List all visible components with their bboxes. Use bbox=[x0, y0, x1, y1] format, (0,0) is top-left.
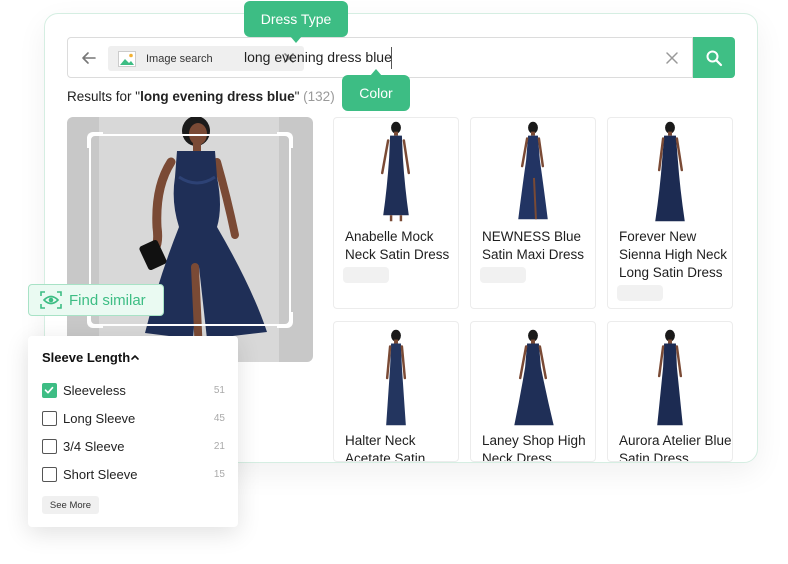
image-search-chip-label: Image search bbox=[146, 52, 213, 65]
filter-option-label: Long Sleeve bbox=[63, 410, 136, 426]
product-card[interactable]: Anabelle Mock Neck Satin Dress bbox=[333, 117, 459, 309]
filter-option-count: 15 bbox=[213, 468, 225, 480]
filter-option-short-sleeve[interactable]: Short Sleeve 15 bbox=[42, 465, 227, 483]
results-summary: Results for "long evening dress blue" (1… bbox=[67, 89, 335, 104]
dress-type-tooltip: Dress Type bbox=[244, 1, 348, 43]
checkbox[interactable] bbox=[42, 410, 57, 426]
text-caret bbox=[391, 47, 392, 69]
filter-option-three-quarter-sleeve[interactable]: 3/4 Sleeve 21 bbox=[42, 437, 227, 455]
filter-title[interactable]: Sleeve Length bbox=[42, 350, 130, 365]
product-image bbox=[657, 329, 683, 426]
product-title: Anabelle Mock Neck Satin Dress bbox=[345, 229, 450, 262]
product-title: Aurora Atelier Blue Satin Dress bbox=[619, 433, 732, 462]
check-icon bbox=[44, 386, 54, 394]
filter-option-label: Short Sleeve bbox=[63, 466, 138, 482]
product-image bbox=[655, 121, 685, 222]
price-placeholder bbox=[343, 267, 389, 283]
product-title: Forever New Sienna High Neck Long Satin … bbox=[619, 229, 728, 280]
find-similar-button[interactable]: Find similar bbox=[28, 284, 164, 316]
sleeve-length-filter: Sleeve Length Sleeveless 51 Long Sleeve … bbox=[28, 336, 238, 527]
query-image bbox=[67, 117, 313, 362]
find-similar-label: Find similar bbox=[69, 291, 146, 309]
crop-handle-top-left[interactable] bbox=[87, 132, 103, 148]
checkbox[interactable] bbox=[42, 438, 57, 454]
product-card[interactable]: NEWNESS Blue Satin Maxi Dress bbox=[470, 117, 596, 309]
crop-handle-top-right[interactable] bbox=[277, 132, 293, 148]
back-arrow-icon[interactable] bbox=[80, 49, 98, 67]
product-card[interactable]: Halter Neck Acetate Satin bbox=[333, 321, 459, 462]
crop-handle-bottom-right[interactable] bbox=[277, 312, 293, 328]
filter-option-sleeveless[interactable]: Sleeveless 51 bbox=[42, 381, 227, 399]
chevron-up-icon[interactable] bbox=[130, 352, 140, 362]
results-query: long evening dress blue bbox=[140, 89, 295, 104]
filter-option-label: Sleeveless bbox=[63, 382, 126, 398]
product-card[interactable]: Forever New Sienna High Neck Long Satin … bbox=[607, 117, 733, 309]
search-query-text[interactable]: long evening dress blue bbox=[244, 49, 392, 65]
results-prefix: Results for " bbox=[67, 89, 141, 104]
product-title: NEWNESS Blue Satin Maxi Dress bbox=[482, 229, 585, 262]
product-image bbox=[514, 329, 554, 426]
filter-option-count: 45 bbox=[213, 412, 225, 424]
checkbox-checked[interactable] bbox=[42, 382, 57, 398]
see-more-button[interactable]: See More bbox=[42, 496, 99, 514]
product-image bbox=[385, 329, 407, 426]
filter-option-long-sleeve[interactable]: Long Sleeve 45 bbox=[42, 409, 227, 427]
checkbox[interactable] bbox=[42, 466, 57, 482]
price-placeholder bbox=[617, 285, 663, 301]
eye-scan-icon bbox=[40, 291, 62, 309]
price-placeholder bbox=[480, 267, 526, 283]
product-image bbox=[380, 121, 411, 222]
search-icon bbox=[706, 50, 723, 66]
clear-icon[interactable] bbox=[664, 50, 680, 66]
product-card[interactable]: Aurora Atelier Blue Satin Dress bbox=[607, 321, 733, 462]
results-suffix: " bbox=[294, 89, 304, 104]
product-title: Halter Neck Acetate Satin bbox=[345, 433, 426, 462]
filter-option-count: 51 bbox=[213, 384, 225, 396]
color-tooltip: Color bbox=[342, 69, 410, 111]
product-card[interactable]: Laney Shop High Neck Dress bbox=[470, 321, 596, 462]
filter-option-count: 21 bbox=[213, 440, 225, 452]
image-thumbnail-icon bbox=[118, 50, 136, 67]
product-title: Laney Shop High Neck Dress bbox=[482, 433, 586, 462]
results-count: (132) bbox=[303, 89, 335, 104]
filter-option-label: 3/4 Sleeve bbox=[63, 438, 125, 454]
product-image bbox=[518, 121, 548, 220]
search-button[interactable] bbox=[693, 37, 735, 78]
